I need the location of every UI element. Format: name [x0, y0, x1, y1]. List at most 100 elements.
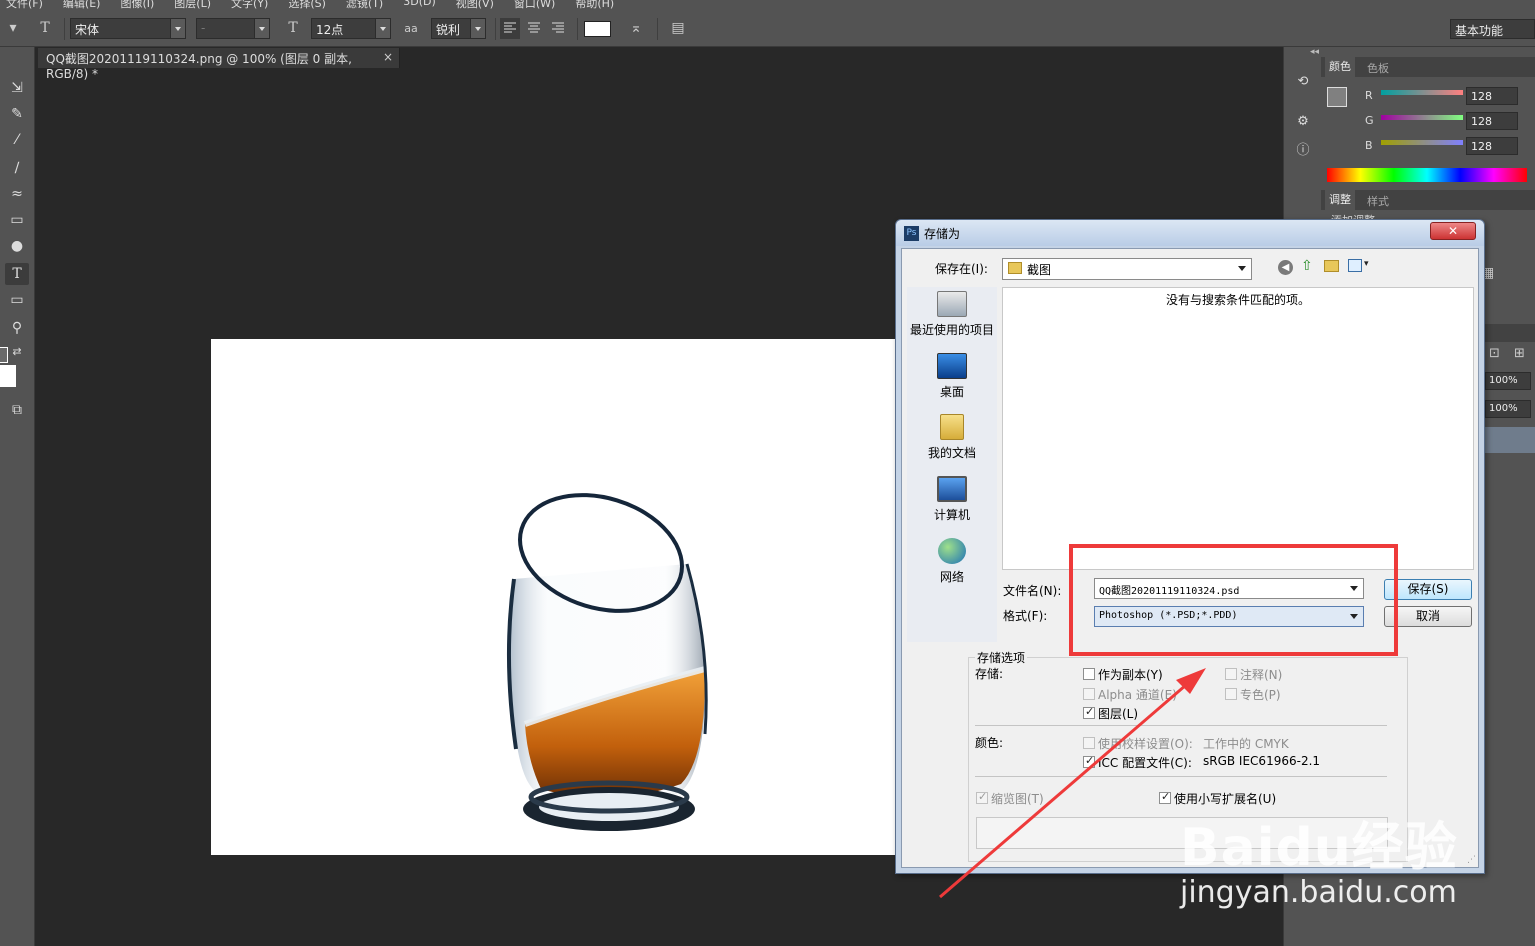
- font-family-select[interactable]: 宋体: [70, 18, 186, 39]
- tab-adjustments[interactable]: 调整: [1325, 190, 1355, 210]
- tab-swatches[interactable]: 色板: [1367, 60, 1389, 76]
- quick-select-tool-icon[interactable]: ✎: [5, 103, 29, 125]
- menu-image[interactable]: 图像(I): [120, 0, 154, 10]
- antialias-icon: aa: [400, 18, 422, 39]
- up-folder-icon[interactable]: ⇧: [1301, 258, 1313, 274]
- tab-styles[interactable]: 样式: [1367, 193, 1389, 209]
- character-panel-icon[interactable]: ▤: [667, 18, 689, 39]
- place-documents[interactable]: 我的文档: [907, 414, 997, 461]
- eyedropper-tool-icon[interactable]: ⁄: [5, 129, 29, 151]
- save-in-select[interactable]: 截图: [1002, 258, 1252, 280]
- color-foreground-swatch[interactable]: [1327, 87, 1347, 107]
- background-color-swatch[interactable]: [0, 365, 16, 387]
- alpha-checkbox[interactable]: [1083, 688, 1095, 700]
- text-orientation-icon[interactable]: T: [34, 18, 56, 39]
- as-copy-checkbox[interactable]: [1083, 668, 1095, 680]
- menu-file[interactable]: 文件(F): [6, 0, 43, 10]
- use-proof-checkbox[interactable]: [1083, 737, 1095, 749]
- move-tool-icon[interactable]: ⇲: [5, 77, 29, 99]
- zoom-tool-icon[interactable]: ⚲: [5, 317, 29, 339]
- g-slider[interactable]: [1381, 115, 1463, 120]
- color-spectrum-bar[interactable]: [1327, 168, 1527, 182]
- g-value-input[interactable]: 128: [1466, 112, 1518, 130]
- divider: [975, 725, 1387, 726]
- use-proof-label: 使用校样设置(O):: [1098, 737, 1193, 751]
- info-panel-icon[interactable]: ⓘ: [1294, 142, 1312, 160]
- menu-window[interactable]: 窗口(W): [514, 0, 555, 10]
- empty-list-message: 没有与搜索条件匹配的项。: [1166, 293, 1311, 307]
- align-left-icon: [504, 22, 516, 33]
- proof-value: 工作中的 CMYK: [1203, 737, 1289, 751]
- workspace-select[interactable]: 基本功能: [1450, 19, 1535, 39]
- fill-input[interactable]: 100%: [1485, 400, 1531, 418]
- font-style-select[interactable]: -: [196, 18, 270, 39]
- place-recent-label: 最近使用的项目: [909, 323, 994, 337]
- view-menu-icon[interactable]: [1348, 259, 1362, 272]
- tab-color[interactable]: 颜色: [1325, 57, 1355, 77]
- selected-layer-row[interactable]: [1485, 427, 1535, 453]
- glass-image: [506, 493, 708, 831]
- menu-3d[interactable]: 3D(D): [403, 0, 436, 10]
- menu-layer[interactable]: 图层(L): [174, 0, 211, 10]
- document-tab[interactable]: QQ截图20201119110324.png @ 100% (图层 0 副本, …: [38, 48, 400, 81]
- lock-all-icon[interactable]: ⊞: [1514, 346, 1525, 361]
- menu-type[interactable]: 文字(Y): [231, 0, 268, 10]
- antialias-select[interactable]: 锐利: [431, 18, 486, 39]
- lock-icon[interactable]: ⊡: [1489, 346, 1500, 361]
- file-list[interactable]: 没有与搜索条件匹配的项。: [1002, 287, 1474, 570]
- type-tool-icon[interactable]: T: [5, 263, 29, 285]
- icc-checkbox[interactable]: [1083, 754, 1095, 768]
- history-panel-icon[interactable]: ⟲: [1294, 73, 1312, 91]
- align-right-button[interactable]: [548, 18, 568, 39]
- menu-view[interactable]: 视图(V): [456, 0, 494, 10]
- gradient-tool-icon[interactable]: ▭: [5, 209, 29, 231]
- back-icon[interactable]: ◀: [1278, 260, 1293, 275]
- layers-checkbox[interactable]: [1083, 705, 1095, 719]
- font-size-select[interactable]: 12点: [311, 18, 391, 39]
- place-network[interactable]: 网络: [907, 538, 997, 585]
- close-tab-icon[interactable]: ×: [383, 50, 393, 64]
- align-center-button[interactable]: [524, 18, 544, 39]
- filename-label: 文件名(N):: [1003, 584, 1062, 598]
- documents-icon: [940, 414, 964, 440]
- r-value-input[interactable]: 128: [1466, 87, 1518, 105]
- tool-preset-arrow-icon[interactable]: ▾: [6, 18, 20, 39]
- workspace-value: 基本功能: [1455, 24, 1504, 38]
- spot-checkbox[interactable]: [1225, 688, 1237, 700]
- align-left-button[interactable]: [500, 18, 520, 39]
- place-computer[interactable]: 计算机: [907, 476, 997, 523]
- menu-edit[interactable]: 编辑(E): [63, 0, 101, 10]
- menu-select[interactable]: 选择(S): [288, 0, 326, 10]
- place-recent[interactable]: 最近使用的项目: [907, 291, 997, 338]
- swap-colors-icon[interactable]: ⇄: [5, 341, 29, 363]
- opacity-input[interactable]: 100%: [1485, 372, 1531, 390]
- text-color-swatch[interactable]: [584, 21, 611, 37]
- r-slider[interactable]: [1381, 90, 1463, 95]
- collapse-panels-icon[interactable]: ◂◂: [1310, 47, 1319, 57]
- menu-filter[interactable]: 滤镜(T): [346, 0, 383, 10]
- menu-help[interactable]: 帮助(H): [575, 0, 614, 10]
- properties-panel-icon[interactable]: ⚙: [1294, 113, 1312, 131]
- foreground-color-swatch[interactable]: [0, 347, 8, 363]
- document-tab-title: QQ截图20201119110324.png @ 100% (图层 0 副本, …: [46, 52, 352, 81]
- history-brush-tool-icon[interactable]: ≈: [5, 183, 29, 205]
- dodge-tool-icon[interactable]: ●: [5, 235, 29, 257]
- thumbnail-checkbox[interactable]: [976, 790, 988, 804]
- antialias-icon-text: aa: [404, 22, 418, 35]
- notes-checkbox[interactable]: [1225, 668, 1237, 680]
- place-desktop-label: 桌面: [939, 385, 964, 399]
- brush-tool-icon[interactable]: ∕: [5, 157, 29, 179]
- baidu-watermark: Baidu经验 jingyan.baidu.com: [1170, 780, 1490, 920]
- place-desktop[interactable]: 桌面: [907, 353, 997, 400]
- folder-icon: [1008, 262, 1022, 274]
- dialog-close-button[interactable]: ✕: [1430, 222, 1476, 240]
- view-menu-arrow-icon[interactable]: ▾: [1364, 259, 1369, 269]
- new-folder-icon[interactable]: [1324, 260, 1339, 272]
- dialog-titlebar[interactable]: Ps 存储为 ✕: [896, 220, 1484, 246]
- document-canvas[interactable]: [211, 339, 895, 855]
- warp-text-icon[interactable]: ⌅: [625, 18, 647, 39]
- b-value-input[interactable]: 128: [1466, 137, 1518, 155]
- screen-mode-icon[interactable]: ⧉: [5, 399, 29, 421]
- shape-tool-icon[interactable]: ▭: [5, 289, 29, 311]
- b-slider[interactable]: [1381, 140, 1463, 145]
